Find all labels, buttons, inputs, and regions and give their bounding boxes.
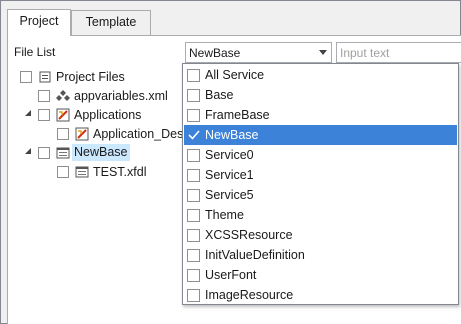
dropdown-item-label: XCSSResource: [205, 228, 293, 242]
tree-item-application-desk[interactable]: Application_Desk: [8, 125, 183, 143]
dropdown-item-label: ImageResource: [205, 288, 294, 302]
file-list-toolbar: File List NewBase: [8, 40, 461, 64]
dropdown-item-service0[interactable]: Service0: [184, 145, 457, 165]
dropdown-item-label: Service1: [205, 168, 254, 182]
tree-item-label: Application_Desk: [93, 127, 183, 141]
expanded-arrow-icon[interactable]: [25, 148, 31, 154]
dropdown-item-label: Theme: [205, 208, 244, 222]
tree-checkbox[interactable]: [38, 90, 50, 102]
dropdown-item-label: Service5: [205, 188, 254, 202]
tree-item-label: Applications: [74, 108, 142, 122]
dropdown-item-label: All Service: [205, 68, 265, 82]
tree-checkbox[interactable]: [38, 147, 50, 159]
variables-icon: [56, 89, 70, 103]
tree-item-label: appvariables.xml: [74, 89, 168, 103]
tree-item-label: TEST.xfdl: [93, 165, 147, 179]
dropdown-checkbox[interactable]: [187, 189, 200, 202]
dropdown-item-initvaluedefinition[interactable]: InitValueDefinition: [184, 245, 457, 265]
dropdown-checkbox[interactable]: [187, 229, 200, 242]
dropdown-checkbox[interactable]: [187, 289, 200, 302]
dropdown-item-base[interactable]: Base: [184, 85, 457, 105]
applications-icon: [56, 108, 70, 122]
application-icon: [75, 127, 89, 141]
dropdown-checkbox[interactable]: [187, 249, 200, 262]
form-icon: [56, 146, 70, 160]
tree-item-project-files[interactable]: Project Files: [8, 68, 183, 86]
tree-checkbox[interactable]: [38, 109, 50, 121]
dropdown-item-label: UserFont: [205, 268, 257, 282]
dropdown-item-all-service[interactable]: All Service: [184, 65, 457, 85]
project-icon: [38, 70, 52, 84]
tree-item-label: Project Files: [56, 70, 125, 84]
expanded-arrow-icon[interactable]: [25, 110, 31, 116]
file-list-label: File List: [14, 45, 56, 59]
tree-item-newbase[interactable]: NewBase: [8, 144, 183, 162]
dropdown-item-label: Base: [205, 88, 234, 102]
dropdown-checkbox[interactable]: [187, 69, 200, 82]
file-list-combo-value: NewBase: [189, 46, 241, 60]
tree-checkbox[interactable]: [20, 71, 32, 83]
dropdown-item-imageresource[interactable]: ImageResource: [184, 285, 457, 305]
search-input[interactable]: [336, 42, 461, 63]
dropdown-item-newbase[interactable]: NewBase: [184, 125, 457, 145]
tree-item-appvariables[interactable]: appvariables.xml: [8, 87, 183, 105]
dropdown-item-label: FrameBase: [205, 108, 270, 122]
dropdown-checkbox[interactable]: [187, 209, 200, 222]
tree-item-test-xfdl[interactable]: TEST.xfdl: [8, 163, 183, 181]
dropdown-checkbox[interactable]: [187, 269, 200, 282]
project-tree: Project Files appvariables.xml Applicati…: [8, 66, 183, 324]
dropdown-item-label: Service0: [205, 148, 254, 162]
tree-item-applications[interactable]: Applications: [8, 106, 183, 124]
tab-project[interactable]: Project: [7, 9, 71, 36]
dropdown-item-label: NewBase: [205, 128, 259, 142]
dropdown-item-xcssresource[interactable]: XCSSResource: [184, 225, 457, 245]
dropdown-item-framebase[interactable]: FrameBase: [184, 105, 457, 125]
tree-checkbox[interactable]: [57, 166, 69, 178]
dropdown-checkbox[interactable]: [187, 89, 200, 102]
tree-item-label: NewBase: [72, 144, 130, 161]
file-list-dropdown: All Service Base FrameBase NewBase Servi…: [182, 63, 459, 305]
project-explorer-window: Project Template File List NewBase Proje…: [0, 0, 461, 324]
tree-checkbox[interactable]: [57, 128, 69, 140]
dropdown-item-theme[interactable]: Theme: [184, 205, 457, 225]
dropdown-checkbox[interactable]: [187, 109, 200, 122]
dropdown-item-service5[interactable]: Service5: [184, 185, 457, 205]
dropdown-item-service1[interactable]: Service1: [184, 165, 457, 185]
dropdown-item-userfont[interactable]: UserFont: [184, 265, 457, 285]
dropdown-item-label: InitValueDefinition: [205, 248, 305, 262]
tab-template[interactable]: Template: [71, 10, 151, 35]
form-icon: [75, 165, 89, 179]
file-list-combo[interactable]: NewBase: [185, 42, 332, 63]
dropdown-checkbox[interactable]: [187, 149, 200, 162]
chevron-down-icon[interactable]: [319, 50, 327, 55]
dropdown-checkbox[interactable]: [187, 169, 200, 182]
tab-bar: Project Template: [1, 1, 460, 36]
checkmark-icon[interactable]: [187, 128, 201, 142]
